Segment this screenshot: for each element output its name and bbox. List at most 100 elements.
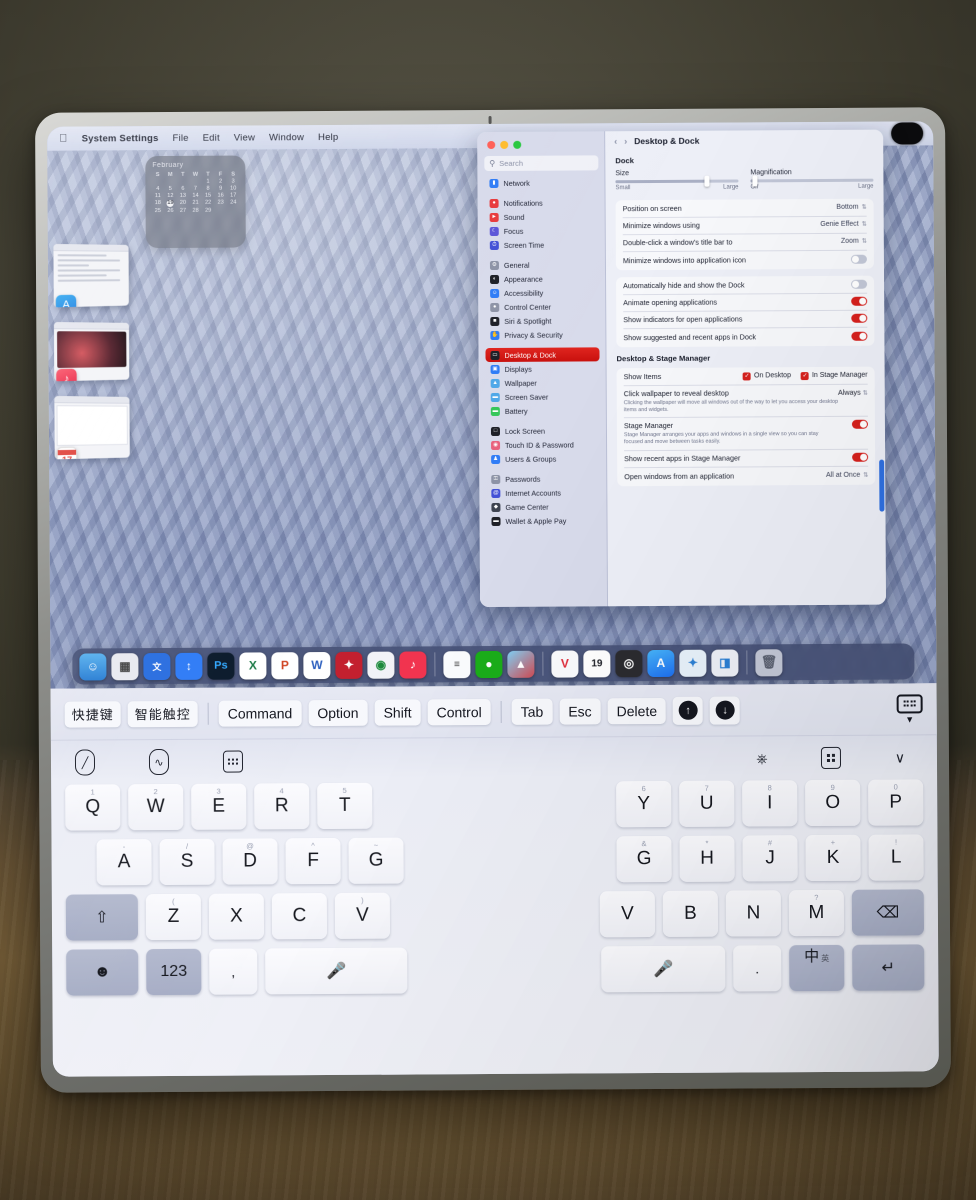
trash-icon[interactable]: 🗑 (755, 648, 783, 676)
key-m[interactable]: ? M (788, 889, 845, 937)
key-k[interactable]: + K (805, 834, 861, 882)
key-o[interactable]: 9O (805, 779, 861, 827)
preview-icon[interactable]: ◨ (711, 649, 739, 677)
sidebar-item-wallpaper[interactable]: ▲ Wallpaper (486, 375, 600, 390)
sidebar-item-accessibility[interactable]: ☺ Accessibility (485, 285, 599, 300)
chevron-right-icon[interactable]: › (624, 136, 627, 146)
music-icon[interactable]: ♪ (399, 650, 427, 679)
sidebar-item-network[interactable]: ▮ Network (484, 175, 598, 190)
toggle-show-recent-apps-dock[interactable] (851, 331, 868, 341)
system-settings-window[interactable]: ⚲ Search ▮ Network ● Notifications ► Sou… (477, 129, 887, 608)
row-value[interactable]: All at Once ⇅ (826, 471, 868, 478)
key-backspace[interactable]: ⌫ (851, 889, 925, 936)
key-i[interactable]: 8I (742, 780, 798, 827)
key-u[interactable]: 7U (679, 780, 735, 827)
dock-size-slider[interactable]: Size Small Large (615, 169, 739, 191)
photoshop-icon[interactable]: Ps (207, 652, 235, 680)
menubar-item-view[interactable]: View (234, 132, 255, 143)
sidebar-item-game-center[interactable]: ◆ Game Center (486, 499, 600, 514)
chevron-left-icon[interactable]: ‹ (614, 136, 617, 146)
row-open-windows-from-app[interactable]: Open windows from an application All at … (624, 466, 868, 484)
key-shift[interactable]: ⇧ (65, 894, 139, 941)
toggle-show-recent-apps-stage[interactable] (852, 452, 869, 462)
sidebar-item-focus[interactable]: ☾ Focus (485, 223, 599, 238)
stage-card-appstore[interactable]: A (53, 243, 129, 308)
row-value[interactable]: Bottom ⇅ (836, 204, 866, 211)
launchpad-icon[interactable]: ▦ (111, 652, 139, 680)
sidebar-item-desktop-dock[interactable]: ▭ Desktop & Dock (485, 347, 600, 363)
word-icon[interactable]: W (303, 651, 331, 679)
appstore-icon[interactable]: A (647, 649, 675, 677)
sidebar-item-siri-spotlight[interactable]: ■ Siri & Spotlight (485, 313, 599, 328)
sidebar-item-privacy-security[interactable]: ✋ Privacy & Security (485, 327, 599, 342)
split-keyboard-icon[interactable] (820, 746, 842, 769)
row-position-on-screen[interactable]: Position on screen Bottom ⇅ (622, 199, 867, 218)
powerpoint-icon[interactable]: P (271, 651, 299, 679)
key-g-left[interactable]: ~ G (348, 837, 404, 884)
sidebar-item-appearance[interactable]: ◐ Appearance (485, 271, 599, 286)
key-v-left[interactable]: ) V (334, 892, 391, 939)
minimize-button[interactable] (500, 140, 509, 149)
finder-icon[interactable]: ☺ (79, 652, 107, 681)
key-x[interactable]: X (208, 893, 265, 940)
sidebar-item-screen-time[interactable]: ⏱ Screen Time (485, 237, 599, 252)
arrow-down-key[interactable]: ↓ (710, 695, 741, 725)
menubar-item-window[interactable]: Window (269, 132, 304, 143)
row-show-indicators[interactable]: Show indicators for open applications (623, 310, 868, 329)
calendar-widget[interactable]: February S M T W T F S 1 2 3 4 5 6 7 8 9… (145, 155, 246, 249)
settings-search-input[interactable]: ⚲ Search (484, 155, 599, 172)
menubar-item-edit[interactable]: Edit (203, 132, 220, 143)
sidebar-item-general[interactable]: ⚙ General (485, 257, 599, 272)
key-a[interactable]: -A (96, 839, 152, 886)
key-space-right[interactable]: 🎤 (601, 945, 726, 993)
keynote-icon[interactable]: ↕ (175, 652, 203, 680)
key-h[interactable]: * H (679, 835, 735, 882)
key-d[interactable]: @ D (222, 838, 278, 885)
keyboard-layout-icon[interactable] (222, 750, 244, 773)
sidebar-item-screen-saver[interactable]: ▬ Screen Saver (486, 389, 600, 404)
smart-touch-button[interactable]: 智能触控 (127, 700, 198, 727)
safari-icon[interactable]: ✦ (679, 649, 707, 677)
sidebar-item-passwords[interactable]: ⚿ Passwords (486, 471, 600, 486)
sidebar-item-internet-accounts[interactable]: @ Internet Accounts (486, 485, 600, 500)
toggle-animate-opening-apps[interactable] (851, 296, 868, 306)
key-r[interactable]: 4R (254, 783, 310, 830)
sidebar-item-users-groups[interactable]: ♟ Users & Groups (486, 451, 600, 466)
zoom-button[interactable] (513, 140, 522, 149)
menubar-app-name[interactable]: System Settings (82, 133, 159, 144)
chrome-icon[interactable]: ◉ (367, 651, 395, 679)
apple-menu-icon[interactable]:  (59, 132, 68, 144)
shift-key[interactable]: Shift (374, 698, 421, 726)
key-b[interactable]: B (662, 890, 719, 937)
key-numbers[interactable]: 123 (146, 948, 202, 996)
row-minimize-windows-using[interactable]: Minimize windows using Genie Effect ⇅ (622, 216, 867, 235)
sidebar-item-lock-screen[interactable]: □ Lock Screen (486, 423, 600, 438)
menubar-item-help[interactable]: Help (318, 131, 338, 142)
voice-input-icon[interactable]: ∿ (148, 748, 170, 776)
key-emoji[interactable]: ☻ (66, 949, 139, 996)
stage-card-calendar[interactable]: 17 (54, 395, 130, 460)
toggle-auto-hide-dock[interactable] (851, 279, 868, 289)
row-auto-hide-dock[interactable]: Automatically hide and show the Dock (623, 276, 868, 295)
row-value[interactable]: Genie Effect ⇅ (820, 221, 866, 228)
delete-key[interactable]: Delete (607, 697, 667, 724)
key-enter[interactable]: ↵ (852, 944, 925, 991)
feishu-icon[interactable]: ✦ (335, 651, 363, 679)
dictionary-icon[interactable]: 文 (143, 652, 171, 680)
hide-keyboard-button[interactable]: ▼ (896, 693, 923, 724)
key-period[interactable]: . (733, 945, 782, 992)
excel-icon[interactable]: X (239, 651, 267, 680)
sidebar-item-battery[interactable]: ▬ Battery (486, 403, 600, 418)
slider-track[interactable] (615, 175, 739, 187)
menubar-item-file[interactable]: File (173, 132, 189, 143)
key-p[interactable]: 0P (868, 779, 924, 826)
sidebar-item-displays[interactable]: ▣ Displays (486, 361, 600, 376)
photos-icon[interactable]: ▲ (507, 650, 535, 678)
key-e[interactable]: 3E (191, 783, 247, 830)
podcasts-icon[interactable]: ◎ (615, 649, 643, 677)
key-j[interactable]: # J (742, 835, 798, 882)
row-show-recent-apps-dock[interactable]: Show suggested and recent apps in Dock (623, 327, 868, 345)
control-key[interactable]: Control (427, 698, 491, 725)
row-stage-manager[interactable]: Stage Manager Stage Manager arranges you… (623, 416, 869, 451)
dock-magnification-slider[interactable]: Magnification Off Large (750, 169, 873, 190)
